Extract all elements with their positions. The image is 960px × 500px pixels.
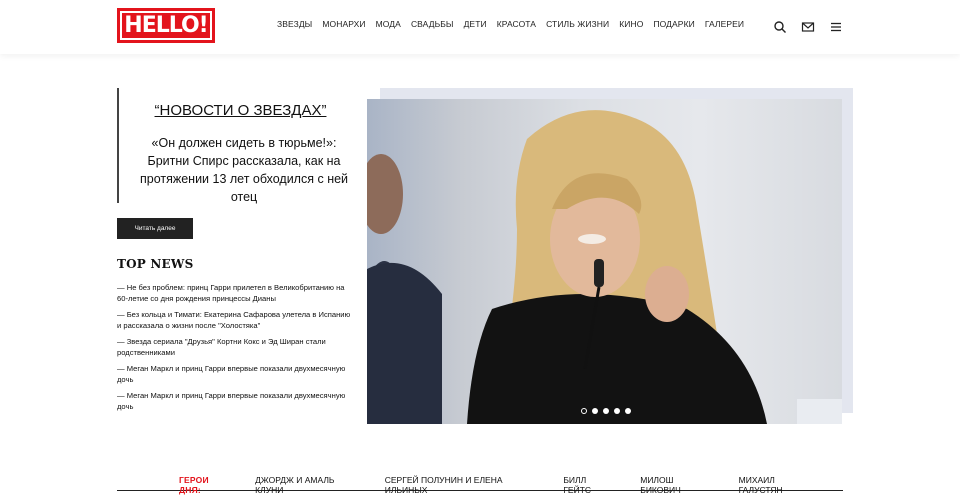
nav-item-fashion[interactable]: МОДА <box>376 19 401 29</box>
hero-link[interactable]: ДЖОРДЖ И АМАЛЬ КЛУНИ <box>255 475 357 495</box>
nav-item-gifts[interactable]: ПОДАРКИ <box>653 19 694 29</box>
slider-dots <box>581 408 631 414</box>
hero-link[interactable]: СЕРГЕЙ ПОЛУНИН И ЕЛЕНА ИЛЬИНЫХ <box>385 475 536 495</box>
nav-item-monarchs[interactable]: МОНАРХИ <box>322 19 365 29</box>
heroes-label: ГЕРОИ ДНЯ: <box>179 475 209 495</box>
logo-text: HELLO! <box>120 11 212 40</box>
nav-item-galleries[interactable]: ГАЛЕРЕИ <box>705 19 744 29</box>
top-news-heading: TOP NEWS <box>117 257 194 271</box>
header-icons <box>773 20 843 34</box>
site-header: HELLO! ЗВЕЗДЫ МОНАРХИ МОДА СВАДЬБЫ ДЕТИ … <box>0 0 960 54</box>
menu-icon[interactable] <box>829 20 843 34</box>
nav-item-cinema[interactable]: КИНО <box>619 19 643 29</box>
news-item[interactable]: — Без кольца и Тимати: Екатерина Сафаров… <box>117 310 353 331</box>
hero-link[interactable]: МИЛОШ БИКОВИЧ <box>640 475 710 495</box>
hero-link[interactable]: БИЛЛ ГЕЙТС <box>563 475 612 495</box>
read-more-button[interactable]: Читать далее <box>117 218 193 239</box>
nav-item-beauty[interactable]: КРАСОТА <box>497 19 536 29</box>
main-nav: ЗВЕЗДЫ МОНАРХИ МОДА СВАДЬБЫ ДЕТИ КРАСОТА… <box>277 19 754 29</box>
hero-link[interactable]: МИХАИЛ ГАЛУСТЯН <box>739 475 815 495</box>
slide-dot-3[interactable] <box>603 408 609 414</box>
heroes-of-day-bar: ГЕРОИ ДНЯ: ДЖОРДЖ И АМАЛЬ КЛУНИ СЕРГЕЙ П… <box>117 471 843 495</box>
nav-item-stars[interactable]: ЗВЕЗДЫ <box>277 19 312 29</box>
top-news-list: — Не без проблем: принц Гарри прилетел в… <box>117 283 353 418</box>
nav-item-lifestyle[interactable]: СТИЛЬ ЖИЗНИ <box>546 19 609 29</box>
slide-dot-4[interactable] <box>614 408 620 414</box>
slide-dot-5[interactable] <box>625 408 631 414</box>
nav-item-kids[interactable]: ДЕТИ <box>464 19 487 29</box>
feature-headline[interactable]: «Он должен сидеть в тюрьме!»: Бритни Спи… <box>129 134 359 206</box>
news-item[interactable]: — Звезда сериала "Друзья" Кортни Кокс и … <box>117 337 353 358</box>
slide-dot-2[interactable] <box>592 408 598 414</box>
search-icon[interactable] <box>773 20 787 34</box>
mail-icon[interactable] <box>801 20 815 34</box>
news-item[interactable]: — Меган Маркл и принц Гарри впервые пока… <box>117 364 353 385</box>
slide-dot-1[interactable] <box>581 408 587 414</box>
feature-text-block: “НОВОСТИ О ЗВЕЗДАХ” «Он должен сидеть в … <box>117 88 362 206</box>
nav-item-weddings[interactable]: СВАДЬБЫ <box>411 19 454 29</box>
hello-logo[interactable]: HELLO! <box>117 8 215 43</box>
feature-rubric[interactable]: “НОВОСТИ О ЗВЕЗДАХ” <box>119 102 362 119</box>
news-item[interactable]: — Не без проблем: принц Гарри прилетел в… <box>117 283 353 304</box>
news-item[interactable]: — Меган Маркл и принц Гарри впервые пока… <box>117 391 353 412</box>
feature-photo[interactable] <box>367 99 842 424</box>
